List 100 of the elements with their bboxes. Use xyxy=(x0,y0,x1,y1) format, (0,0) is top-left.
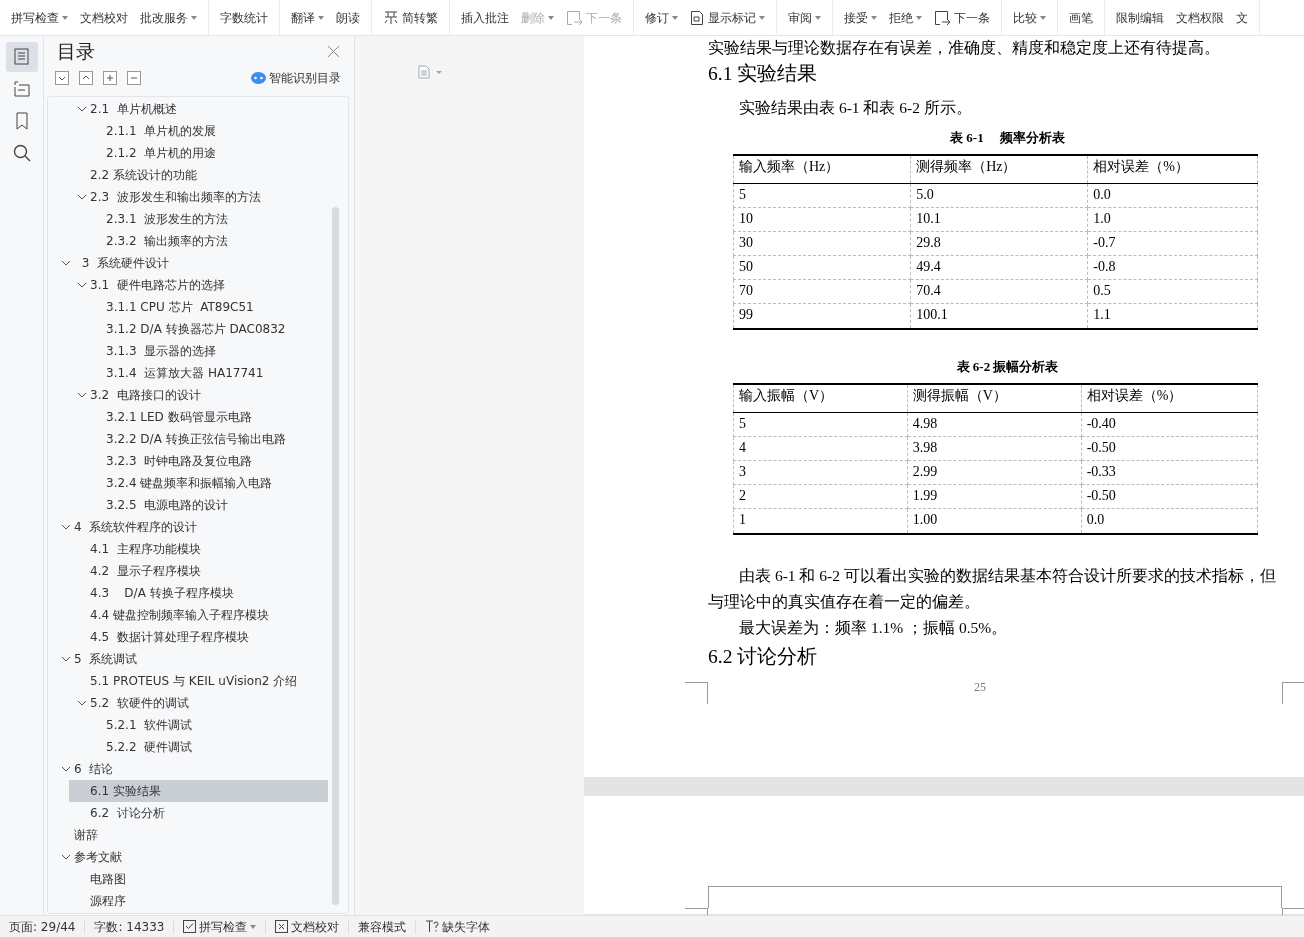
outline-item[interactable]: 2.1.2 单片机的用途 xyxy=(90,142,333,164)
toolbar-button[interactable]: 翻译 xyxy=(286,7,329,29)
close-icon[interactable] xyxy=(328,45,339,57)
outline-item[interactable]: 3.2.5 电源电路的设计 xyxy=(90,494,333,516)
outline-item[interactable]: 2.2 系统设计的功能 xyxy=(74,164,333,186)
scrollbar[interactable] xyxy=(332,207,339,905)
collapse-all-icon[interactable] xyxy=(55,71,69,85)
chevron-down-icon[interactable] xyxy=(61,522,71,532)
table-cell: 1.99 xyxy=(907,484,1082,508)
outline-item[interactable]: 4.1 主程序功能模块 xyxy=(74,538,333,560)
toolbar-button[interactable]: 拼写检查 xyxy=(6,7,73,29)
toolbar-button[interactable]: 文档校对 xyxy=(75,7,133,29)
outline-item[interactable]: 6 结论 xyxy=(58,758,333,780)
robot-icon xyxy=(251,72,266,84)
cross-box-icon xyxy=(275,920,289,933)
column-header: 相对误差（%） xyxy=(1087,155,1258,183)
outline-item[interactable]: 源程序 xyxy=(74,890,333,912)
outline-item[interactable]: 3 系统硬件设计 xyxy=(58,252,333,274)
outline-item[interactable]: 2.1.1 单片机的发展 xyxy=(90,120,333,142)
outline-item[interactable]: 5 系统调试 xyxy=(58,648,333,670)
toolbar-button[interactable]: 简转繁 xyxy=(378,7,443,29)
toolbar-button[interactable]: 拒绝 xyxy=(884,7,927,29)
table-cell: 99 xyxy=(733,303,911,329)
caret-icon xyxy=(672,16,678,20)
caret-icon xyxy=(871,16,877,20)
caret-icon xyxy=(548,16,554,20)
table-cell: 4 xyxy=(733,436,908,460)
outline-item[interactable]: 3.2.4 键盘频率和振幅输入电路 xyxy=(90,472,333,494)
toolbar-button[interactable]: 朗读 xyxy=(331,7,365,29)
chevron-down-icon[interactable] xyxy=(77,390,87,400)
caret-icon xyxy=(191,16,197,20)
toolbar-button[interactable]: 文档权限 xyxy=(1171,7,1229,29)
outline-item[interactable]: 3.1.1 CPU 芯片 AT89C51 xyxy=(90,296,333,318)
outline-item[interactable]: 3.1.2 D/A 转换器芯片 DAC0832 xyxy=(90,318,333,340)
outline-item[interactable]: 6.2 讨论分析 xyxy=(74,802,333,824)
toolbar-button[interactable]: 限制编辑 xyxy=(1111,7,1169,29)
status-button[interactable]: 拼写检查 xyxy=(174,919,267,934)
expand-icon[interactable] xyxy=(103,71,117,85)
toolbar-button[interactable]: 文 xyxy=(1231,7,1253,29)
next-icon xyxy=(566,10,583,26)
outline-item[interactable]: 6.1 实验结果 xyxy=(69,780,328,802)
toolbar-button[interactable]: 下一条 xyxy=(929,7,995,29)
chevron-down-icon[interactable] xyxy=(61,258,71,268)
toolbar-button[interactable]: 批改服务 xyxy=(135,7,202,29)
table-cell: 0.0 xyxy=(1087,183,1258,207)
outline-item[interactable]: 2.3.1 波形发生的方法 xyxy=(90,208,333,230)
outline-item[interactable]: 5.2 软硬件的调试 xyxy=(74,692,333,714)
caret-icon xyxy=(916,16,922,20)
outline-item[interactable]: 4.3 D/A 转换子程序模块 xyxy=(74,582,333,604)
outline-item[interactable]: 3.2.2 D/A 转换正弦信号输出电路 xyxy=(90,428,333,450)
toolbar-button[interactable]: 显示标记 xyxy=(685,7,770,29)
toolbar-button[interactable]: 接受 xyxy=(839,7,882,29)
outline-item[interactable]: 3.2.3 时钟电路及复位电路 xyxy=(90,450,333,472)
paragraph: 实验结果由表 6-1 和表 6-2 所示。 xyxy=(738,98,973,118)
chevron-down-icon[interactable] xyxy=(77,104,87,114)
chevron-down-icon[interactable] xyxy=(61,852,71,862)
status-button[interactable]: 文档校对 xyxy=(266,919,350,934)
table-cell: 1.1 xyxy=(1087,303,1258,329)
outline-item[interactable]: 3.1 硬件电路芯片的选择 xyxy=(74,274,333,296)
table-caption: 表 6-2 振幅分析表 xyxy=(955,358,1060,376)
outline-item[interactable]: 谢辞 xyxy=(58,824,333,846)
table-cell: -0.50 xyxy=(1081,436,1258,460)
smart-toc-button[interactable]: 智能识别目录 xyxy=(246,67,346,89)
status-button[interactable]: 缺失字体 xyxy=(416,919,500,934)
chevron-down-icon[interactable] xyxy=(77,698,87,708)
corner-mark xyxy=(685,682,708,704)
chevron-down-icon[interactable] xyxy=(61,654,71,664)
toolbar-button[interactable]: 比较 xyxy=(1008,7,1051,29)
paragraph: 实验结果与理论数据存在有误差，准确度、精度和稳定度上还有待提高。 xyxy=(708,38,1221,58)
outline-item[interactable]: 4.2 显示子程序模块 xyxy=(74,560,333,582)
toolbar-button[interactable]: 审阅 xyxy=(783,7,826,29)
outline-item[interactable]: 5.2.1 软件调试 xyxy=(90,714,333,736)
table-cell: -0.7 xyxy=(1087,231,1258,255)
outline-item[interactable]: 5.2.2 硬件调试 xyxy=(90,736,333,758)
outline-item[interactable]: 2.1 单片机概述 xyxy=(74,98,333,120)
caret-icon xyxy=(318,16,324,20)
toolbar-button[interactable]: 修订 xyxy=(640,7,683,29)
outline-item[interactable]: 电路图 xyxy=(74,868,333,890)
toolbar-button[interactable]: 画笔 xyxy=(1064,7,1098,29)
chevron-down-icon[interactable] xyxy=(77,192,87,202)
outline-item[interactable]: 4.4 键盘控制频率输入子程序模块 xyxy=(74,604,333,626)
outline-item[interactable]: 4 系统软件程序的设计 xyxy=(58,516,333,538)
outline-item[interactable]: 5.1 PROTEUS 与 KEIL uVision2 介绍 xyxy=(74,670,333,692)
outline-item[interactable]: 3.1.3 显示器的选择 xyxy=(90,340,333,362)
expand-up-icon[interactable] xyxy=(79,71,93,85)
outline-item[interactable]: 3.2 电路接口的设计 xyxy=(74,384,333,406)
table-cell: -0.8 xyxy=(1087,255,1258,279)
outline-item[interactable]: 3.1.4 运算放大器 HA17741 xyxy=(90,362,333,384)
outline-item[interactable]: 3.2.1 LED 数码管显示电路 xyxy=(90,406,333,428)
chevron-down-icon[interactable] xyxy=(77,280,87,290)
outline-item[interactable]: 参考文献 xyxy=(58,846,333,868)
outline-item[interactable]: 4.5 数据计算处理子程序模块 xyxy=(74,626,333,648)
chevron-down-icon[interactable] xyxy=(61,764,71,774)
outline-item[interactable]: 2.3 波形发生和输出频率的方法 xyxy=(74,186,333,208)
toolbar-button[interactable]: 插入批注 xyxy=(456,7,514,29)
status-text: 字数: 14333 xyxy=(85,919,175,934)
toolbar-button[interactable]: 字数统计 xyxy=(215,7,273,29)
collapse-icon[interactable] xyxy=(127,71,141,85)
outline-item[interactable]: 2.3.2 输出频率的方法 xyxy=(90,230,333,252)
table-cell: 0.5 xyxy=(1087,279,1258,303)
